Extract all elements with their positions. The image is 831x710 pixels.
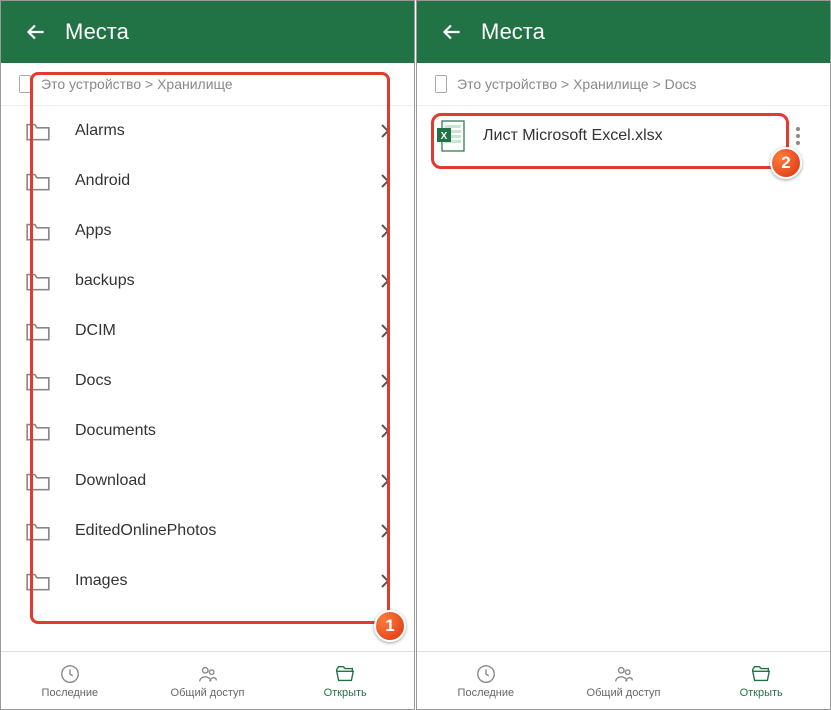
clock-icon <box>59 663 81 685</box>
nav-recent[interactable]: Последние <box>417 652 555 709</box>
excel-file-icon: X <box>437 120 465 152</box>
chevron-right-icon <box>380 474 390 488</box>
nav-open[interactable]: Открыть <box>276 652 414 709</box>
back-button[interactable] <box>17 13 55 51</box>
nav-recent-label: Последние <box>42 687 99 699</box>
folder-name: Alarms <box>75 122 380 140</box>
chevron-right-icon <box>380 274 390 288</box>
marker-1: 1 <box>374 610 406 642</box>
breadcrumb[interactable]: Это устройство > Хранилище > Docs <box>417 63 830 106</box>
folder-item[interactable]: Images <box>1 556 414 606</box>
folder-item[interactable]: EditedOnlinePhotos <box>1 506 414 556</box>
folder-icon <box>25 220 51 242</box>
folder-name: DCIM <box>75 322 380 340</box>
more-button[interactable] <box>786 127 810 145</box>
folder-list-container: Alarms Android Apps backups DCIM <box>1 106 414 651</box>
folder-item[interactable]: Download <box>1 456 414 506</box>
more-dots-icon <box>796 127 800 131</box>
folder-item[interactable]: Alarms <box>1 106 414 156</box>
file-item[interactable]: X Лист Microsoft Excel.xlsx <box>417 106 830 166</box>
folder-icon <box>25 420 51 442</box>
folder-name: Android <box>75 172 380 190</box>
file-name: Лист Microsoft Excel.xlsx <box>483 127 786 145</box>
folder-item[interactable]: Documents <box>1 406 414 456</box>
folder-item[interactable]: Apps <box>1 206 414 256</box>
nav-shared-label: Общий доступ <box>171 687 245 699</box>
bottom-nav: Последние Общий доступ Открыть <box>1 651 414 709</box>
left-panel: Места Это устройство > Хранилище Alarms … <box>0 0 415 710</box>
folder-name: Apps <box>75 222 380 240</box>
clock-icon <box>475 663 497 685</box>
folder-item[interactable]: Docs <box>1 356 414 406</box>
folder-name: Docs <box>75 372 380 390</box>
folder-icon <box>25 120 51 142</box>
right-panel: Места Это устройство > Хранилище > Docs … <box>416 0 831 710</box>
nav-shared-label: Общий доступ <box>587 687 661 699</box>
svg-text:X: X <box>441 131 448 142</box>
nav-shared[interactable]: Общий доступ <box>555 652 693 709</box>
chevron-right-icon <box>380 524 390 538</box>
header: Места <box>1 1 414 63</box>
bottom-nav: Последние Общий доступ Открыть <box>417 651 830 709</box>
marker-2: 2 <box>770 147 802 179</box>
folder-icon <box>25 520 51 542</box>
people-icon <box>613 663 635 685</box>
folder-icon <box>25 320 51 342</box>
nav-open-label: Открыть <box>740 687 783 699</box>
header: Места <box>417 1 830 63</box>
folder-icon <box>25 370 51 392</box>
arrow-left-icon <box>439 19 465 45</box>
nav-open[interactable]: Открыть <box>692 652 830 709</box>
folder-item[interactable]: DCIM <box>1 306 414 356</box>
folder-name: Download <box>75 472 380 490</box>
folder-icon <box>25 570 51 592</box>
folder-name: Images <box>75 572 380 590</box>
device-icon <box>19 75 31 93</box>
folder-open-icon <box>750 663 772 685</box>
nav-shared[interactable]: Общий доступ <box>139 652 277 709</box>
folder-icon <box>25 270 51 292</box>
chevron-right-icon <box>380 174 390 188</box>
nav-recent-label: Последние <box>458 687 515 699</box>
breadcrumb-text: Это устройство > Хранилище > Docs <box>457 76 697 92</box>
folder-icon <box>25 470 51 492</box>
chevron-right-icon <box>380 324 390 338</box>
people-icon <box>197 663 219 685</box>
folder-open-icon <box>334 663 356 685</box>
nav-open-label: Открыть <box>324 687 367 699</box>
breadcrumb-text: Это устройство > Хранилище <box>41 76 233 92</box>
page-title: Места <box>481 19 545 45</box>
chevron-right-icon <box>380 424 390 438</box>
file-list-container: X Лист Microsoft Excel.xlsx <box>417 106 830 651</box>
folder-item[interactable]: backups <box>1 256 414 306</box>
device-icon <box>435 75 447 93</box>
folder-icon <box>25 170 51 192</box>
chevron-right-icon <box>380 574 390 588</box>
nav-recent[interactable]: Последние <box>1 652 139 709</box>
folder-item[interactable]: Android <box>1 156 414 206</box>
chevron-right-icon <box>380 374 390 388</box>
page-title: Места <box>65 19 129 45</box>
folder-name: backups <box>75 272 380 290</box>
back-button[interactable] <box>433 13 471 51</box>
folder-name: Documents <box>75 422 380 440</box>
folder-name: EditedOnlinePhotos <box>75 522 380 540</box>
breadcrumb[interactable]: Это устройство > Хранилище <box>1 63 414 106</box>
chevron-right-icon <box>380 224 390 238</box>
chevron-right-icon <box>380 124 390 138</box>
arrow-left-icon <box>23 19 49 45</box>
